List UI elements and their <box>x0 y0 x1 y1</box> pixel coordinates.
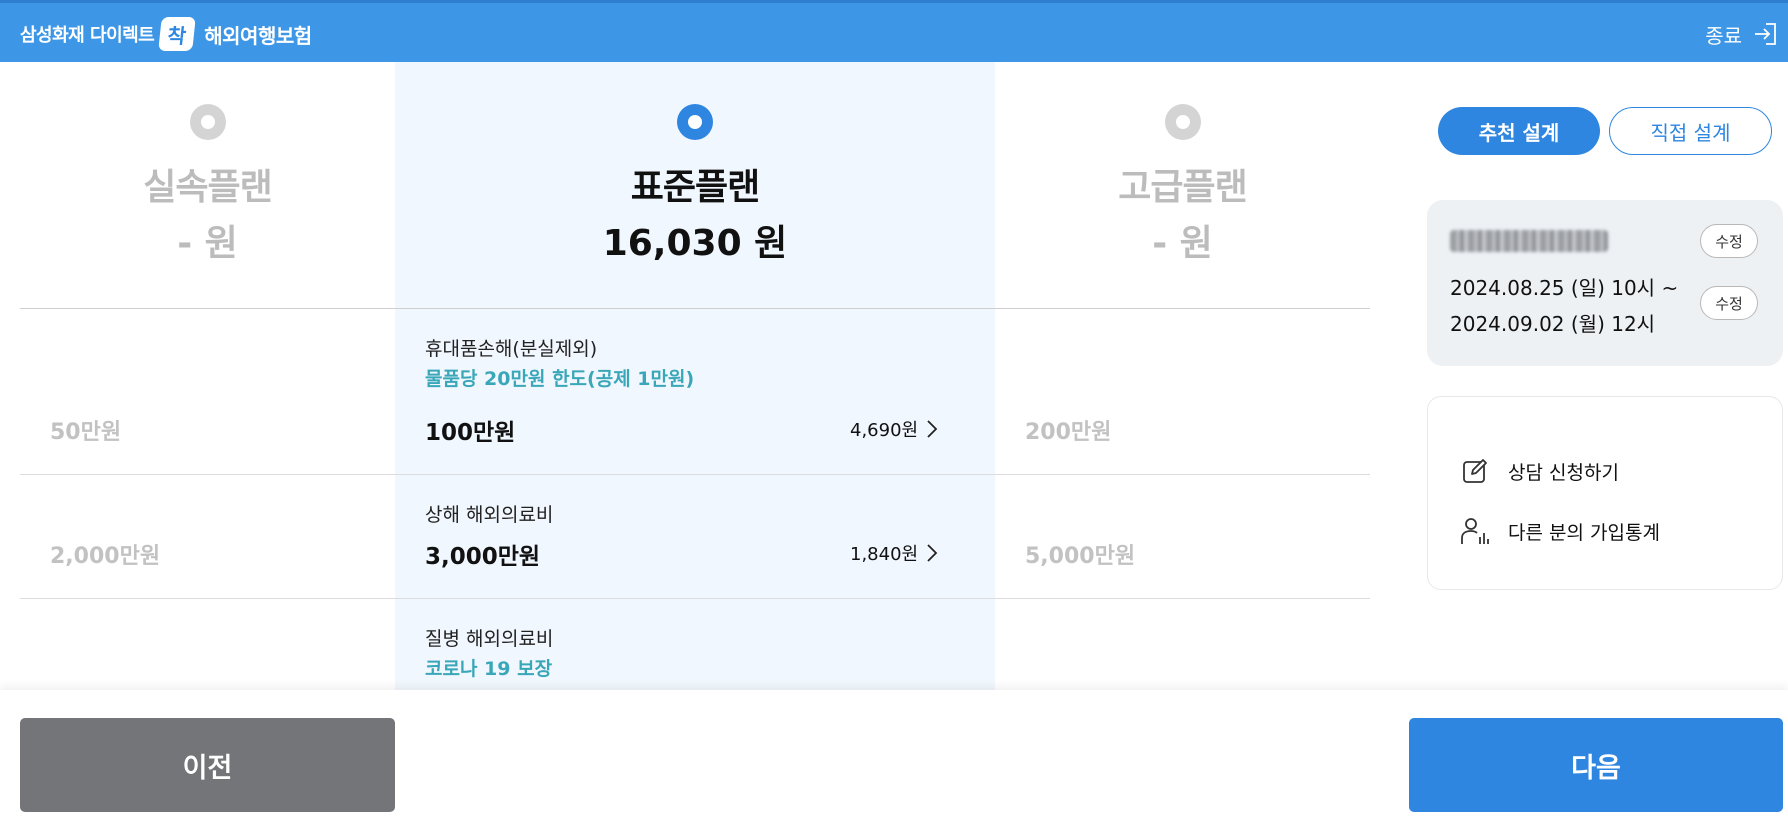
product-title: 해외여행보험 <box>204 23 312 48</box>
app-header: 삼성화재 다이렉트 착 해외여행보험 종료 <box>0 0 1788 62</box>
coverage-note: 코로나 19 보장 <box>425 658 553 680</box>
plan-name: 표준플랜 <box>630 167 760 208</box>
coverage-fee: 1,840원 <box>850 544 919 565</box>
plan-standard[interactable]: 표준플랜 16,030 원 <box>395 62 995 308</box>
consult-link[interactable]: 상담 신청하기 <box>1460 455 1619 487</box>
divider <box>20 598 1370 599</box>
trip-info-card: 수정 2024.08.25 (일) 10시 ~ 2024.09.02 (월) 1… <box>1427 200 1783 366</box>
plan-price: - 원 <box>1152 223 1213 264</box>
exit-icon <box>1755 23 1776 45</box>
exit-button[interactable]: 종료 <box>1705 17 1778 51</box>
tab-recommended[interactable]: 추천 설계 <box>1438 107 1600 155</box>
brand-logo: 착 <box>158 17 197 51</box>
plan-name: 고급플랜 <box>1118 167 1247 208</box>
premium-amount: 200만원 <box>1025 420 1112 445</box>
divider <box>20 474 1370 475</box>
help-links-card: 상담 신청하기 다른 분의 가입통계 <box>1427 396 1783 590</box>
next-button[interactable]: 다음 <box>1409 718 1783 812</box>
stats-label: 다른 분의 가입통계 <box>1508 521 1660 544</box>
coverage-name: 휴대품손해(분실제외) <box>425 338 598 360</box>
plan-basic[interactable]: 실속플랜 - 원 <box>20 62 395 308</box>
edit-period-button[interactable]: 수정 <box>1700 286 1758 320</box>
prev-button[interactable]: 이전 <box>20 718 395 812</box>
travel-period: 2024.08.25 (일) 10시 ~ 2024.09.02 (월) 12시 <box>1450 270 1678 342</box>
standard-amount: 100만원 <box>425 420 516 446</box>
plan-premium[interactable]: 고급플랜 - 원 <box>995 62 1370 308</box>
edit-note-icon <box>1463 459 1487 483</box>
plan-comparison: 실속플랜 - 원 표준플랜 16,030 원 고급플랜 - 원 휴대품손해(분실… <box>20 62 1370 690</box>
coverage-name: 상해 해외의료비 <box>425 504 554 526</box>
brand: 삼성화재 다이렉트 착 해외여행보험 <box>20 17 312 51</box>
divider <box>20 308 1370 309</box>
exit-label: 종료 <box>1705 23 1742 48</box>
plan-price: - 원 <box>177 223 238 264</box>
standard-amount: 3,000만원 <box>425 544 541 570</box>
premium-amount: 5,000만원 <box>1025 544 1136 569</box>
people-stats-icon <box>1461 518 1489 544</box>
chevron-right-icon <box>927 544 938 562</box>
chevron-right-icon <box>927 420 938 438</box>
period-end: 2024.09.02 (월) 12시 <box>1450 312 1656 336</box>
coverage-fee-link[interactable]: 4,690원 <box>850 416 938 442</box>
basic-amount: 2,000만원 <box>50 544 161 569</box>
coverage-name: 질병 해외의료비 <box>425 628 554 650</box>
plan-price: 16,030 원 <box>602 223 788 264</box>
tab-custom[interactable]: 직접 설계 <box>1609 107 1772 155</box>
coverage-note: 물품당 20만원 한도(공제 1만원) <box>425 368 695 390</box>
consult-label: 상담 신청하기 <box>1508 461 1619 484</box>
brand-company: 삼성화재 다이렉트 <box>20 25 155 46</box>
edit-birthdate-button[interactable]: 수정 <box>1700 224 1758 258</box>
stats-link[interactable]: 다른 분의 가입통계 <box>1460 515 1660 547</box>
radio-icon[interactable] <box>189 104 226 140</box>
radio-icon[interactable] <box>677 104 713 140</box>
basic-amount: 50만원 <box>50 420 122 445</box>
plan-name: 실속플랜 <box>143 167 272 208</box>
period-start: 2024.08.25 (일) 10시 ~ <box>1450 276 1679 300</box>
redacted-birthdate <box>1450 230 1608 252</box>
coverage-fee: 4,690원 <box>850 420 919 441</box>
coverage-fee-link[interactable]: 1,840원 <box>850 540 938 566</box>
radio-icon[interactable] <box>1164 104 1201 140</box>
